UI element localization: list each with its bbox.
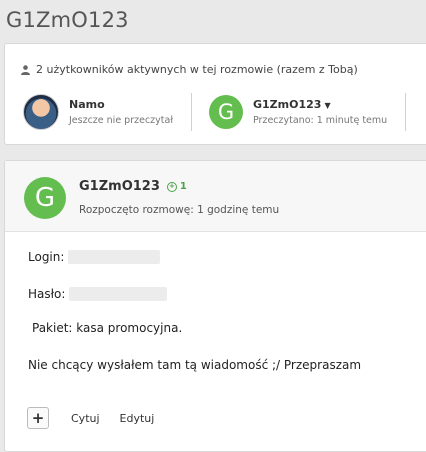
divider [191,93,192,131]
active-users-text: 2 użytkowników aktywnych w tej rozmowie … [36,63,358,76]
plus-circle-icon: + [166,181,177,192]
post-started-time: Rozpoczęto rozmowę: 1 godzinę temu [79,204,280,216]
author-name[interactable]: G1ZmO123 [79,179,160,194]
quote-link[interactable]: Cytuj [71,412,100,425]
participant-name[interactable]: G1ZmO123 ▼ [253,98,387,111]
participant-status: Przeczytano: 1 minutę temu [253,115,388,126]
redacted-password [69,287,168,301]
post-actions: + Cytuj Edytuj [27,407,154,429]
caret-down-icon[interactable]: ▼ [324,101,330,110]
reputation-count: 1 [179,181,187,192]
redacted-login [68,250,161,264]
user-icon [21,64,30,75]
active-users-line: 2 użytkowników aktywnych w tej rozmowie … [21,63,358,76]
avatar[interactable]: G [209,95,243,129]
divider [405,93,406,131]
password-label: Hasło: [28,287,66,301]
plus-button[interactable]: + [27,407,49,429]
login-label: Login: [28,250,65,264]
participant-namo[interactable]: Namo Jeszcze nie przeczytał [23,92,173,132]
author-avatar[interactable]: G [24,177,66,219]
post-header: G G1ZmO123 + 1 Rozpoczęto rozmowę: 1 god… [5,161,426,232]
message-line: Nie chcący wysłałem tam tą wiadomość ;/ … [28,358,362,372]
login-line: Login: [28,250,161,264]
edit-link[interactable]: Edytuj [120,412,155,425]
participants-panel: 2 użytkowników aktywnych w tej rozmowie … [4,43,426,145]
avatar[interactable] [23,94,59,130]
participant-status: Jeszcze nie przeczytał [69,115,174,126]
page-title: G1ZmO123 [6,8,129,32]
pakiet-line: Pakiet: kasa promocyjna. [32,321,183,335]
password-line: Hasło: [28,287,168,301]
message-post: G G1ZmO123 + 1 Rozpoczęto rozmowę: 1 god… [4,160,426,452]
reputation-badge: + 1 [166,181,187,192]
participant-name[interactable]: Namo [69,98,173,111]
participant-g1zmo123[interactable]: G G1ZmO123 ▼ Przeczytano: 1 minutę temu [209,92,387,132]
participant-name-text[interactable]: G1ZmO123 [253,98,321,111]
post-author: G1ZmO123 + 1 [79,179,187,194]
